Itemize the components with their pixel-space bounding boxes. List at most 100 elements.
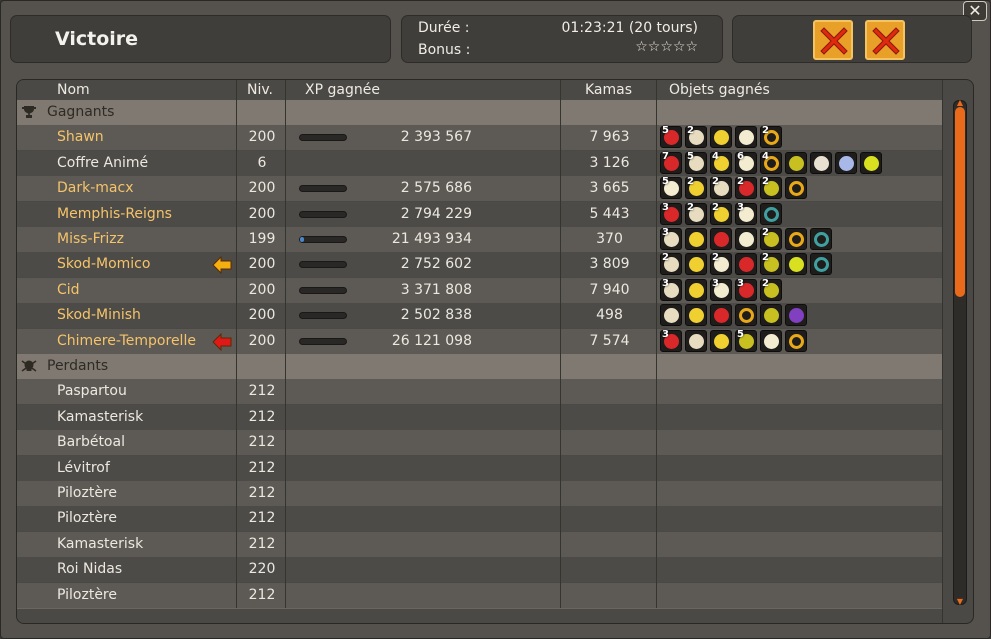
table-footer <box>17 608 942 623</box>
item-leaf-icon[interactable] <box>735 228 757 250</box>
item-ring-icon[interactable] <box>785 329 807 352</box>
bonus-label: Bonus : <box>418 42 471 58</box>
player-level: 212 <box>248 485 276 501</box>
player-name[interactable]: Skod-Minish <box>57 307 141 323</box>
close-results-button-1[interactable] <box>813 20 853 60</box>
close-results-button-2[interactable] <box>865 20 905 60</box>
kamas-gained: 3 126 <box>589 154 630 171</box>
item-leaf-icon[interactable] <box>760 329 782 352</box>
table-row: Skod-Momico 200 2 752 602 3 809 2 2 2 <box>17 252 942 278</box>
col-header-kamas[interactable]: Kamas <box>585 82 632 98</box>
col-header-name[interactable]: Nom <box>57 82 90 98</box>
item-ring-icon[interactable]: 2 <box>760 125 782 149</box>
player-name[interactable]: Miss-Frizz <box>57 231 124 247</box>
player-name[interactable]: Dark-macx <box>57 180 133 196</box>
item-banana-icon[interactable]: 2 <box>710 202 732 225</box>
scrollbar-thumb[interactable] <box>955 107 965 297</box>
item-leaf-icon[interactable]: 3 <box>735 201 757 225</box>
item-leaf-icon[interactable]: 2 <box>710 252 732 276</box>
player-name[interactable]: Roi Nidas <box>57 561 122 577</box>
item-stick-icon[interactable] <box>810 151 832 174</box>
item-gem-icon[interactable] <box>860 151 882 174</box>
item-bone-icon[interactable]: 2 <box>685 125 707 149</box>
player-name[interactable]: Piloztère <box>57 485 117 501</box>
player-name[interactable]: Chimere-Temporelle <box>57 333 196 349</box>
item-ring-icon[interactable] <box>785 228 807 250</box>
player-name[interactable]: Piloztère <box>57 587 117 603</box>
kamas-gained: 3 809 <box>589 256 630 273</box>
player-name[interactable]: Shawn <box>57 129 104 145</box>
item-green-icon[interactable] <box>785 151 807 174</box>
item-count: 3 <box>662 328 669 340</box>
item-banana-icon[interactable]: 2 <box>685 176 707 200</box>
item-leaf-icon[interactable] <box>735 126 757 149</box>
yellow-arrow-icon <box>212 256 232 275</box>
player-name[interactable]: Memphis-Reigns <box>57 206 172 222</box>
item-red-icon[interactable]: 3 <box>660 328 682 352</box>
item-green-icon[interactable]: 2 <box>760 278 782 301</box>
item-bone-icon[interactable]: 5 <box>685 151 707 174</box>
item-banana-icon[interactable] <box>685 304 707 327</box>
item-red-icon[interactable]: 7 <box>660 151 682 174</box>
item-red-icon[interactable]: 5 <box>660 125 682 149</box>
item-red-icon[interactable] <box>735 253 757 276</box>
item-bone-icon[interactable] <box>685 329 707 352</box>
scroll-up-icon[interactable]: ▲ <box>954 99 966 107</box>
item-count: 3 <box>737 201 744 213</box>
scrollbar[interactable]: ▲ ▼ <box>953 99 967 606</box>
item-gem-icon[interactable] <box>785 253 807 276</box>
item-banana-icon[interactable] <box>685 253 707 276</box>
item-omega-icon[interactable] <box>810 228 832 250</box>
player-name[interactable]: Coffre Animé <box>57 155 148 171</box>
item-green-icon[interactable]: 2 <box>760 252 782 276</box>
player-name[interactable]: Skod-Momico <box>57 256 150 272</box>
item-bone-icon[interactable]: 2 <box>710 176 732 200</box>
item-green-icon[interactable]: 2 <box>760 227 782 250</box>
table-row: Shawn 200 2 393 567 7 963 5 2 2 <box>17 125 942 151</box>
item-red-icon[interactable]: 2 <box>735 176 757 200</box>
item-leaf-icon[interactable]: 6 <box>735 151 757 174</box>
item-ring-icon[interactable]: 4 <box>760 151 782 174</box>
item-leaf-icon[interactable]: 3 <box>710 278 732 301</box>
player-name[interactable]: Kamasterisk <box>57 409 143 425</box>
scroll-down-icon[interactable]: ▼ <box>954 598 966 606</box>
item-banana-icon[interactable] <box>685 278 707 301</box>
col-header-level[interactable]: Niv. <box>247 82 273 98</box>
item-green-icon[interactable]: 2 <box>760 176 782 200</box>
item-banana-icon[interactable] <box>685 228 707 250</box>
player-name[interactable]: Cid <box>57 282 80 298</box>
item-banana-icon[interactable]: 4 <box>710 151 732 174</box>
player-name[interactable]: Barbétoal <box>57 434 125 450</box>
col-header-items[interactable]: Objets gagnés <box>669 82 770 98</box>
item-bone-icon[interactable]: 2 <box>660 252 682 276</box>
item-count: 2 <box>712 252 719 264</box>
item-green-icon[interactable] <box>760 304 782 327</box>
action-buttons-panel <box>732 15 972 63</box>
player-name[interactable]: Paspartou <box>57 383 127 399</box>
item-red-icon[interactable]: 3 <box>660 202 682 225</box>
item-red-icon[interactable]: 3 <box>735 278 757 301</box>
item-green-icon[interactable]: 5 <box>735 329 757 352</box>
item-bone-icon[interactable]: 3 <box>660 278 682 301</box>
item-red-icon[interactable] <box>710 228 732 250</box>
item-bone-icon[interactable]: 3 <box>660 227 682 250</box>
table-row: Roi Nidas 220 <box>17 557 942 583</box>
item-orb-icon[interactable] <box>835 151 857 174</box>
item-wand-icon[interactable] <box>785 304 807 327</box>
item-ring-icon[interactable] <box>785 177 807 200</box>
item-omega-icon[interactable] <box>810 253 832 276</box>
item-banana-icon[interactable] <box>710 126 732 149</box>
table-row: Piloztère 212 <box>17 506 942 532</box>
item-red-icon[interactable] <box>710 304 732 327</box>
item-ring-icon[interactable] <box>735 304 757 327</box>
col-header-xp[interactable]: XP gagnée <box>305 82 380 98</box>
item-omega-icon[interactable] <box>760 202 782 225</box>
player-name[interactable]: Piloztère <box>57 510 117 526</box>
item-banana-icon[interactable] <box>710 329 732 352</box>
player-name[interactable]: Kamasterisk <box>57 536 143 552</box>
item-bone-icon[interactable]: 2 <box>685 202 707 225</box>
player-name[interactable]: Lévitrof <box>57 460 110 476</box>
item-bone-icon[interactable] <box>660 304 682 327</box>
table-row: Dark-macx 200 2 575 686 3 665 5 2 2 2 2 <box>17 176 942 202</box>
item-leaf-icon[interactable]: 5 <box>660 176 682 200</box>
